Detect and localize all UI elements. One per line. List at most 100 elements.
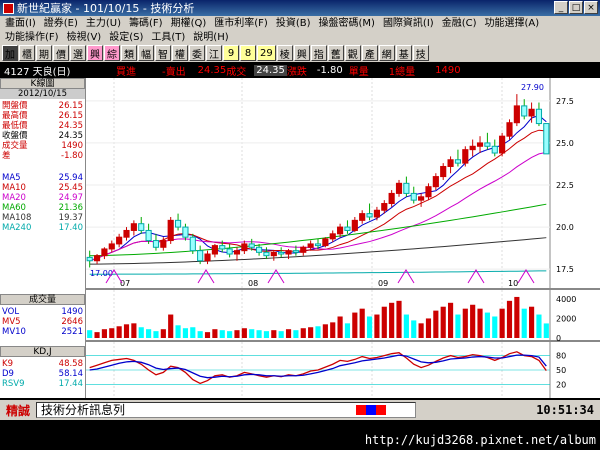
price-tick-label: 17.5	[556, 265, 574, 274]
toolbar-button[interactable]: 棱	[276, 45, 293, 61]
menu-item[interactable]: 說明(H)	[190, 30, 233, 44]
indicator-value: 2521	[61, 327, 83, 337]
toolbar-button[interactable]: 櫃	[19, 45, 35, 61]
menu-item[interactable]: 功能操作(F)	[2, 30, 64, 44]
indicator-value: 25.94	[58, 173, 83, 183]
volume-bar	[256, 330, 262, 338]
indicator-label: 最高價	[2, 111, 28, 121]
volume-bar	[219, 330, 225, 338]
vendor-label: 精誠	[6, 403, 31, 418]
menu-item[interactable]: 金融(C)	[439, 16, 482, 30]
indicator-label: MA20	[2, 193, 26, 203]
indicator-label: VOL	[2, 307, 20, 317]
volume-bar	[536, 314, 542, 338]
candle-body	[248, 243, 255, 248]
stock-name[interactable]: 4127 天良(日)	[0, 63, 86, 78]
maximize-button[interactable]: □	[569, 1, 583, 14]
menu-item[interactable]: 檢視(V)	[64, 30, 107, 44]
volume-bar	[433, 310, 439, 338]
toolbar-button[interactable]: 綜	[104, 45, 120, 61]
volume-bar	[146, 329, 152, 338]
candle-body	[160, 240, 167, 248]
candle-body	[440, 165, 447, 178]
menu-item[interactable]: 功能選擇(A)	[482, 16, 545, 30]
toolbar-button[interactable]: 類	[121, 45, 137, 61]
toolbar-button[interactable]: 權	[172, 45, 188, 61]
indicator-value: 24.35	[58, 131, 83, 141]
indicator-row: VOL 1490	[0, 307, 85, 317]
toolbar-button[interactable]: 29	[257, 45, 276, 61]
toolbar-button[interactable]: 興	[293, 45, 310, 61]
candle-body	[484, 142, 491, 147]
indicator-row: MA10 25.45	[0, 183, 85, 193]
menu-item[interactable]: 主力(U)	[83, 16, 126, 30]
toolbar-button[interactable]: 選	[70, 45, 86, 61]
price-tick-label: 20.0	[556, 223, 574, 232]
toolbar-button[interactable]: 舊	[327, 45, 344, 61]
toolbar-button[interactable]: 智	[155, 45, 171, 61]
toolbar-button[interactable]: 價	[53, 45, 69, 61]
candle-body	[351, 219, 358, 231]
volume-bar	[278, 331, 284, 338]
volume-label: 單量	[348, 66, 369, 78]
toolbar-button[interactable]: 技	[412, 45, 429, 61]
signal-triangle	[197, 269, 215, 284]
toolbar-button[interactable]: 興	[87, 45, 103, 61]
toolbar-button[interactable]: 網	[378, 45, 395, 61]
toolbar-button[interactable]: 基	[395, 45, 412, 61]
panel-divider	[86, 288, 600, 290]
close-button[interactable]: ×	[584, 1, 598, 14]
signal-icon	[356, 405, 387, 415]
toolbar-button[interactable]: 8	[240, 45, 256, 61]
candle-body	[285, 250, 292, 255]
candle-body	[314, 243, 322, 247]
menu-item[interactable]: 工具(T)	[148, 30, 190, 44]
volume-bar	[455, 314, 461, 338]
indicator-row: MA108 19.37	[0, 213, 85, 223]
candle-body	[93, 255, 101, 262]
menu-item[interactable]: 證券(E)	[41, 16, 83, 30]
candle-body	[476, 142, 484, 147]
menu-item[interactable]: 國際資訊(I)	[380, 16, 439, 30]
menu-item[interactable]: 操盤密碼(M)	[316, 16, 380, 30]
toolbar-button[interactable]: 委	[189, 45, 205, 61]
candle-body	[499, 135, 506, 154]
candlestick-chart[interactable]: 07 08 09 1027.525.022.520.017.527.9017.0040…	[86, 78, 600, 398]
menu-item[interactable]: 籌碼(F)	[126, 16, 168, 30]
menu-item[interactable]: 設定(S)	[106, 30, 148, 44]
kd-tick-label: 20	[556, 380, 566, 389]
toolbar-button[interactable]: 加	[2, 45, 18, 61]
clock: 10:51:34	[536, 403, 594, 417]
menu-item[interactable]: 匯市利率(F)	[211, 16, 273, 30]
toolbar-button[interactable]: 江	[206, 45, 222, 61]
menu-item[interactable]: 期權(Q)	[168, 16, 212, 30]
change-value: -1.80	[316, 64, 343, 76]
candle-body	[403, 182, 410, 194]
toolbar-button[interactable]: 9	[223, 45, 239, 61]
candle-body	[263, 251, 270, 257]
toolbar-button[interactable]: 指	[310, 45, 327, 61]
toolbar-button[interactable]: 幅	[138, 45, 154, 61]
indicator-label: MA108	[2, 213, 32, 223]
candle-body	[418, 196, 425, 201]
volume-bar	[447, 302, 454, 338]
candle-body	[219, 245, 226, 250]
toolbar-button[interactable]: 產	[361, 45, 378, 61]
candle-body	[506, 122, 513, 137]
toolbar-button[interactable]: 觀	[344, 45, 361, 61]
candle-body	[388, 192, 395, 205]
month-label: 09	[378, 279, 388, 288]
toolbar-button[interactable]: 期	[36, 45, 52, 61]
high-marker: 27.90	[521, 83, 544, 92]
indicator-row: MA20 24.97	[0, 193, 85, 203]
volume-bar	[322, 324, 328, 338]
indicator-label: RSV9	[2, 379, 25, 389]
minimize-button[interactable]: _	[554, 1, 568, 14]
volume-bar	[153, 331, 159, 338]
candle-body	[344, 226, 351, 231]
menu-item[interactable]: 畫面(I)	[2, 16, 41, 30]
volume-bar	[160, 329, 166, 338]
indicator-value: 26.15	[58, 101, 83, 111]
volume-bar	[492, 316, 498, 338]
menu-item[interactable]: 投資(B)	[273, 16, 316, 30]
